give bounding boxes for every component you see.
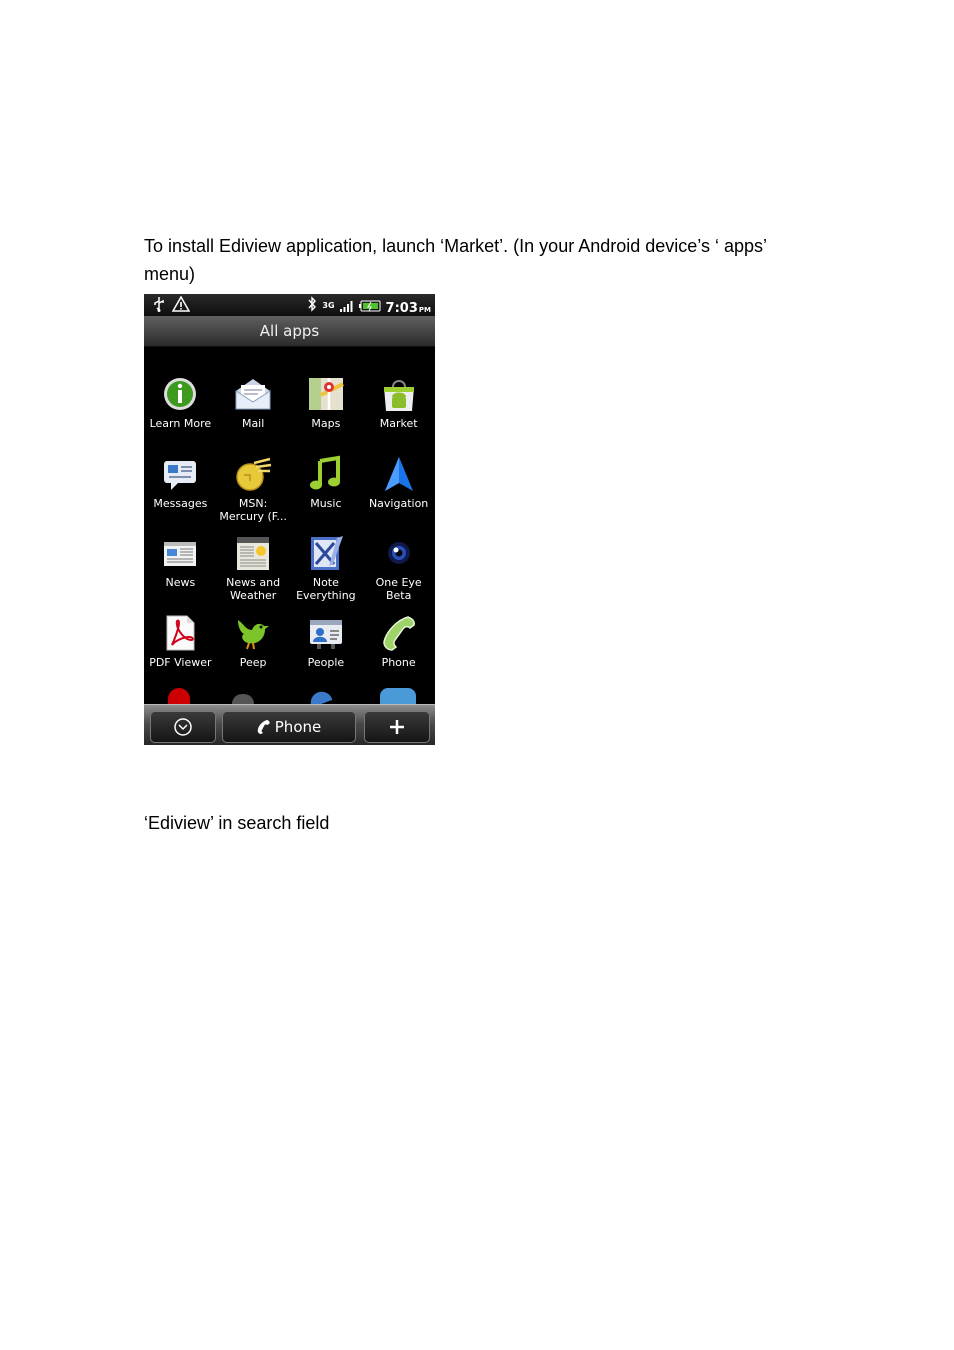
app-people[interactable]: People [290,605,363,685]
app-navigation[interactable]: Navigation [362,446,435,526]
bluetooth-icon [307,296,317,316]
msn-mercury-icon [236,457,272,491]
app-label: Maps [311,417,341,430]
add-button[interactable] [364,711,430,743]
all-apps-collapse-button[interactable] [150,711,216,743]
mail-icon [235,379,271,410]
app-one-eye-beta[interactable]: One Eye Beta [362,525,435,605]
bottom-dock: Phone [144,704,435,745]
app-phone[interactable]: Phone [362,605,435,685]
app-label: People [307,655,345,669]
music-icon [309,455,340,489]
app-peep[interactable]: Peep [217,605,290,685]
app-label: MSN: Mercury (F... [219,496,287,523]
app-maps[interactable]: Maps [290,366,363,446]
chevron-down-circle-icon [174,718,192,736]
app-label: Navigation [368,496,429,510]
app-grid: Learn More Mail Maps Market Messages MSN… [144,366,435,684]
status-bar: 3G 7:03PM [144,294,435,316]
people-icon [309,619,342,649]
all-apps-title: All apps [144,316,435,347]
news-icon [164,542,197,566]
app-news[interactable]: News [144,525,217,605]
maps-icon [308,378,344,410]
pdf-icon [166,615,195,650]
app-label: Messages [153,496,208,510]
note-everything-icon [310,536,343,570]
network-type: 3G [322,301,335,310]
app-mail[interactable]: Mail [217,366,290,446]
app-label: PDF Viewer [149,655,212,669]
instruction-install: To install Ediview application, launch ‘… [144,236,767,284]
market-icon [383,380,414,411]
app-music[interactable]: Music [290,446,363,526]
signal-icon [339,297,354,316]
peek-icon-red [168,688,190,704]
app-label: Market [379,417,418,430]
app-label: Note Everything [296,576,356,602]
phone-dock-button[interactable]: Phone [222,711,356,743]
warning-icon [171,295,191,316]
plus-icon [390,720,404,734]
app-label: Learn More [149,417,212,430]
app-messages[interactable]: Messages [144,446,217,526]
messages-icon [164,460,197,490]
app-learn-more[interactable]: Learn More [144,366,217,446]
app-market[interactable]: Market [362,366,435,446]
app-note-everything[interactable]: Note Everything [290,525,363,605]
peek-icon-gray [232,694,254,704]
app-label: News [165,576,196,589]
app-label: Music [310,496,342,510]
phone-dock-label: Phone [274,718,322,736]
peek-icon-lightblue [380,688,416,704]
app-label: One Eye Beta [375,576,422,602]
app-label: News and Weather [226,576,281,602]
app-label: Mail [241,417,265,430]
phone-screenshot: 3G 7:03PM All apps Learn More Mail Maps [144,294,435,745]
info-icon [164,378,197,410]
peep-bird-icon [238,619,270,649]
navigation-icon [384,456,413,491]
app-label: Peep [239,655,267,669]
one-eye-icon [387,542,410,564]
phone-icon [257,720,270,734]
app-pdf-viewer[interactable]: PDF Viewer [144,605,217,685]
news-weather-icon [237,537,270,570]
app-label: Phone [381,655,416,669]
phone-handset-icon [382,615,415,651]
app-msn-mercury[interactable]: MSN: Mercury (F... [217,446,290,526]
app-news-weather[interactable]: News and Weather [217,525,290,605]
usb-icon [152,296,166,316]
battery-icon [358,297,381,316]
instruction-search: ‘Ediview’ in search field [144,813,330,833]
clock: 7:03PM [385,300,431,316]
